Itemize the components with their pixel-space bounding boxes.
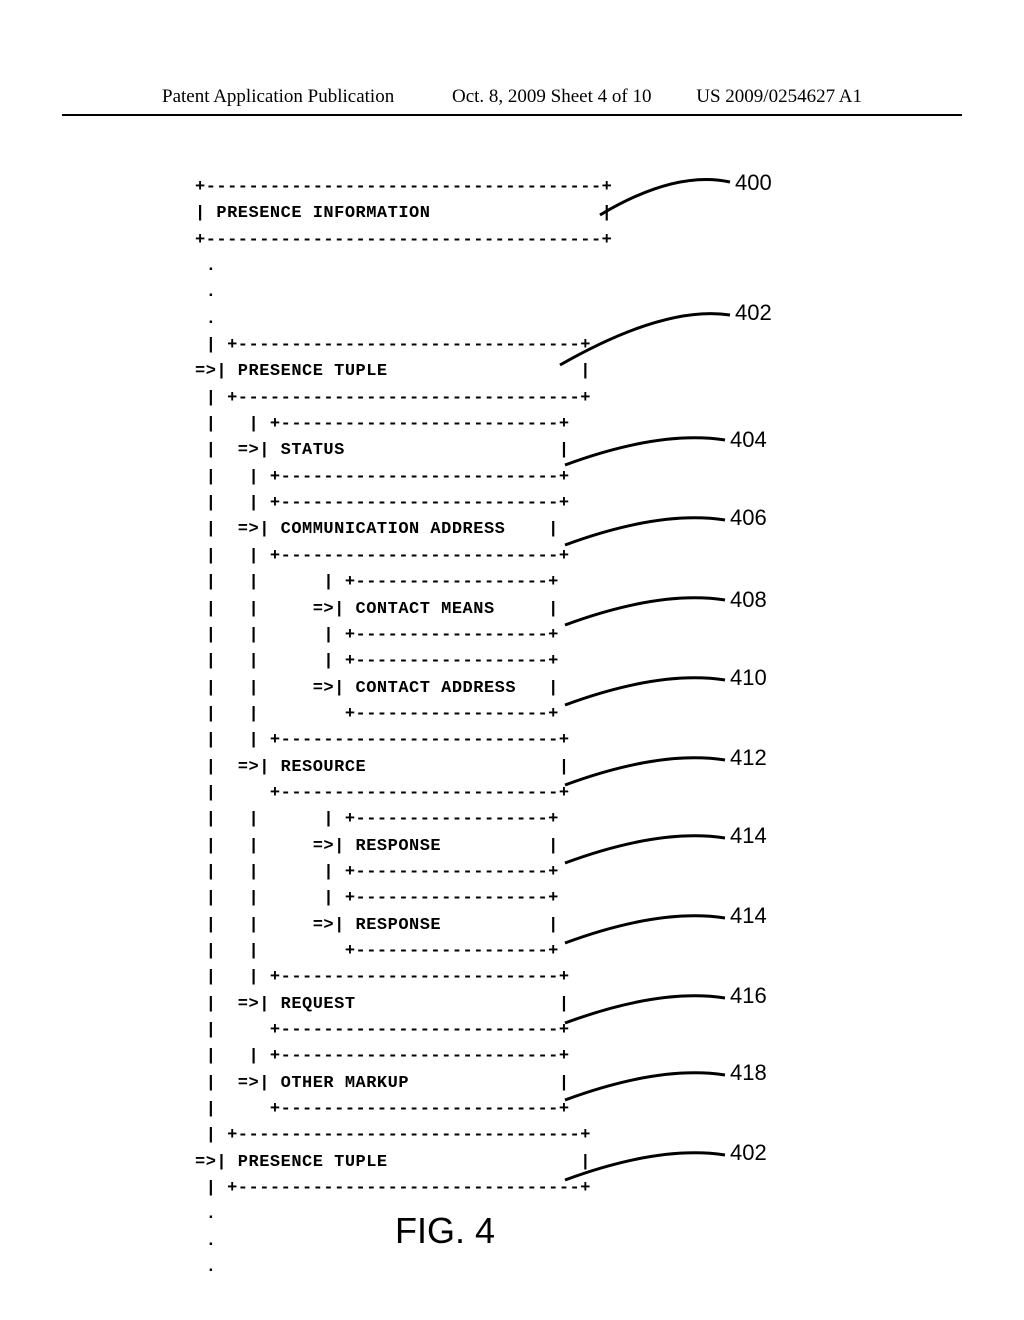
callout-418: 418 [730,1060,767,1086]
callout-406: 406 [730,505,767,531]
ascii-diagram: +-------------------------------------+ … [195,175,895,1281]
callout-414b: 414 [730,903,767,929]
header-right: US 2009/0254627 A1 [696,86,862,108]
callout-414a: 414 [730,823,767,849]
callout-404: 404 [730,427,767,453]
callout-412: 412 [730,745,767,771]
callout-400: 400 [735,170,772,196]
callout-416: 416 [730,983,767,1009]
callout-410: 410 [730,665,767,691]
callout-408: 408 [730,587,767,613]
header-center: Oct. 8, 2009 Sheet 4 of 10 [452,86,651,108]
page-header: Patent Application Publication Oct. 8, 2… [62,86,962,116]
callout-402a: 402 [735,300,772,326]
figure-label: FIG. 4 [395,1210,495,1252]
header-left: Patent Application Publication [162,86,394,108]
callout-402b: 402 [730,1140,767,1166]
